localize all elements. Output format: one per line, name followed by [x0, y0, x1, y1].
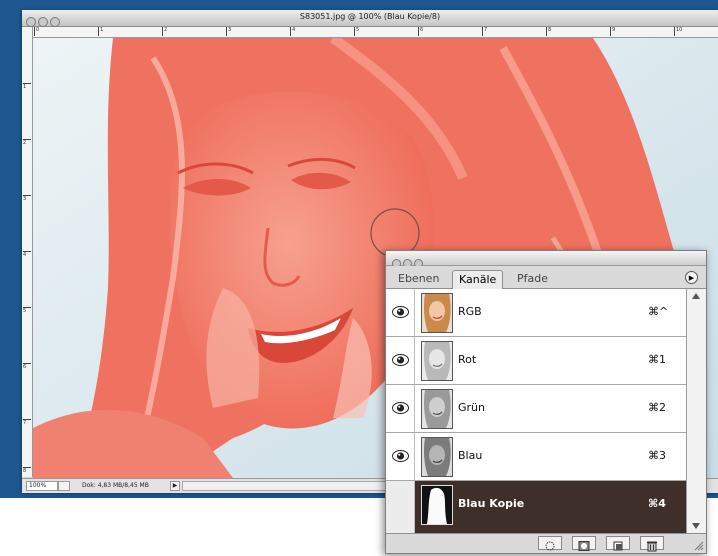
- save-selection-icon: [578, 541, 590, 551]
- trash-icon: [647, 541, 657, 552]
- navigator-button[interactable]: [58, 481, 70, 491]
- channel-thumbnail: [421, 341, 453, 381]
- palette-tab-bar: Ebenen Kanäle Pfade ▶: [386, 266, 706, 289]
- eye-icon: [392, 450, 409, 462]
- load-selection-button[interactable]: [538, 536, 562, 551]
- ruler-tick: 9: [610, 27, 615, 36]
- ruler-tick: 1: [23, 83, 31, 90]
- channel-row-green[interactable]: Grün ⌘2: [386, 385, 686, 433]
- document-info: Dok: 4,83 MB/8,45 MB: [82, 482, 149, 489]
- ruler-tick: 8: [546, 27, 551, 36]
- zoom-field[interactable]: 100%: [26, 481, 58, 491]
- ruler-tick: 7: [482, 27, 487, 36]
- load-selection-icon: [545, 541, 555, 551]
- ruler-tick: 7: [23, 419, 31, 426]
- tab-channels[interactable]: Kanäle: [452, 270, 504, 289]
- ruler-tick: 8: [23, 467, 31, 474]
- visibility-toggle[interactable]: [386, 289, 415, 336]
- ruler-tick: 5: [354, 27, 359, 36]
- scroll-down-icon[interactable]: [692, 523, 700, 529]
- document-title-bar[interactable]: S83051.jpg @ 100% (Blau Kopie/8): [22, 10, 718, 27]
- channel-name: Blau Kopie: [458, 497, 525, 510]
- tab-paths[interactable]: Pfade: [511, 270, 554, 288]
- horizontal-ruler[interactable]: 0 1 2 3 4 5 6 7 8 9 10: [32, 27, 718, 38]
- channel-name: Blau: [458, 449, 483, 462]
- delete-channel-button[interactable]: [640, 536, 664, 552]
- tab-layers[interactable]: Ebenen: [392, 270, 445, 288]
- eye-icon: [392, 354, 409, 366]
- ruler-tick: 4: [290, 27, 295, 36]
- eye-icon: [392, 306, 409, 318]
- channel-name: RGB: [458, 305, 482, 318]
- ruler-tick: 10: [674, 27, 682, 36]
- channel-row-blue-copy[interactable]: Blau Kopie ⌘4: [386, 481, 686, 533]
- visibility-toggle[interactable]: [386, 481, 415, 533]
- ruler-tick: 4: [23, 251, 31, 258]
- ruler-tick: 1: [98, 27, 103, 36]
- ruler-tick: 6: [23, 363, 31, 370]
- ruler-tick: 6: [418, 27, 423, 36]
- channel-shortcut: ⌘2: [648, 401, 666, 414]
- channel-row-blue[interactable]: Blau ⌘3: [386, 433, 686, 481]
- channel-thumbnail: [421, 485, 453, 525]
- ruler-tick: 3: [226, 27, 231, 36]
- ruler-tick: 2: [23, 139, 31, 146]
- channel-row-rgb[interactable]: RGB ⌘^: [386, 289, 686, 337]
- palette-menu-icon[interactable]: ▶: [685, 271, 698, 284]
- channel-shortcut: ⌘4: [648, 497, 666, 510]
- channel-thumbnail: [421, 389, 453, 429]
- channel-shortcut: ⌘1: [648, 353, 666, 366]
- visibility-toggle[interactable]: [386, 385, 415, 432]
- visibility-toggle[interactable]: [386, 337, 415, 384]
- new-channel-button[interactable]: [606, 536, 630, 551]
- vertical-ruler[interactable]: 1 2 3 4 5 6 7 8: [22, 27, 33, 477]
- new-channel-icon: [613, 541, 623, 551]
- ruler-tick: 0: [34, 27, 39, 36]
- save-selection-button[interactable]: [572, 536, 596, 551]
- document-title: S83051.jpg @ 100% (Blau Kopie/8): [299, 12, 441, 21]
- channel-name: Rot: [458, 353, 477, 366]
- channel-thumbnail: [421, 437, 453, 477]
- palette-title-bar[interactable]: [386, 251, 706, 268]
- visibility-toggle[interactable]: [386, 433, 415, 480]
- resize-grip-icon[interactable]: [692, 539, 704, 551]
- ruler-tick: 5: [23, 307, 31, 314]
- status-menu-arrow-icon[interactable]: ▶: [170, 481, 180, 491]
- channel-list: RGB ⌘^ Rot ⌘1 Grün ⌘2 Blau ⌘3 Blau Kopie…: [386, 289, 686, 533]
- channel-name: Grün: [458, 401, 485, 414]
- palette-footer: [386, 533, 706, 553]
- channel-thumbnail: [421, 293, 453, 333]
- ruler-tick: 3: [23, 195, 31, 202]
- channel-shortcut: ⌘^: [648, 305, 669, 318]
- scroll-up-icon[interactable]: [692, 293, 700, 299]
- eye-icon: [392, 402, 409, 414]
- channels-palette: Ebenen Kanäle Pfade ▶ RGB ⌘^ Rot ⌘1 Grün…: [385, 250, 707, 554]
- channel-row-red[interactable]: Rot ⌘1: [386, 337, 686, 385]
- ruler-tick: 2: [162, 27, 167, 36]
- channel-list-scrollbar[interactable]: [686, 289, 706, 533]
- channel-shortcut: ⌘3: [648, 449, 666, 462]
